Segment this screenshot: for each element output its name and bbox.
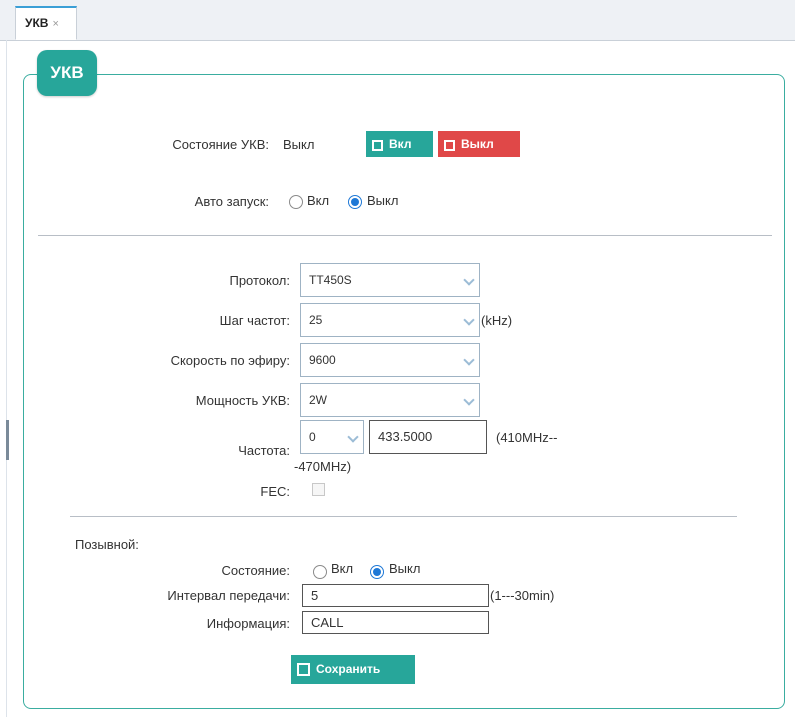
interval-unit: (1---30min) — [490, 588, 555, 603]
power-value: 2W — [309, 393, 327, 407]
chevron-down-icon — [347, 431, 359, 443]
power-off-icon — [444, 140, 455, 151]
info-label: Информация: — [206, 616, 290, 631]
divider-2 — [70, 516, 737, 517]
turn-off-label: Выкл — [461, 137, 494, 151]
callsign-state-label: Состояние: — [221, 563, 290, 578]
power-select[interactable]: 2W — [300, 383, 480, 417]
frequency-input[interactable]: 433.5000 — [369, 420, 487, 454]
protocol-label: Протокол: — [229, 273, 290, 288]
fec-label: FEC: — [260, 484, 290, 499]
frequency-channel-select[interactable]: 0 — [300, 420, 364, 454]
protocol-select[interactable]: TT450S — [300, 263, 480, 297]
status-value: Выкл — [283, 137, 315, 152]
fec-checkbox[interactable] — [312, 483, 325, 496]
chevron-down-icon — [463, 314, 475, 326]
frequency-label: Частота: — [238, 443, 290, 458]
save-label: Сохранить — [316, 662, 381, 676]
interval-label: Интервал передачи: — [167, 588, 290, 603]
airspeed-value: 9600 — [309, 353, 336, 367]
divider-1 — [38, 235, 772, 236]
chevron-down-icon — [463, 274, 475, 286]
tab-bar: УКВ × — [0, 0, 795, 41]
step-value: 25 — [309, 313, 323, 327]
frequency-range-start: (410MHz-- — [496, 430, 558, 445]
step-label: Шаг частот: — [219, 313, 290, 328]
left-divider — [6, 40, 7, 717]
autostart-off-label: Выкл — [367, 193, 399, 208]
callsign-on-label: Вкл — [331, 561, 354, 576]
frequency-range-end: -470MHz) — [294, 459, 352, 474]
left-scroll-handle[interactable] — [6, 420, 9, 460]
power-label: Мощность УКВ: — [195, 393, 290, 408]
info-input[interactable]: CALL — [302, 611, 489, 634]
protocol-value: TT450S — [309, 273, 352, 287]
panel-title: УКВ — [37, 50, 97, 96]
interval-input[interactable]: 5 — [302, 584, 489, 607]
turn-on-label: Вкл — [389, 137, 412, 151]
save-button[interactable]: Сохранить — [291, 655, 415, 684]
autostart-on-label: Вкл — [307, 193, 330, 208]
airspeed-label: Скорость по эфиру: — [170, 353, 290, 368]
step-unit: (kHz) — [481, 313, 513, 328]
callsign-off-label: Выкл — [389, 561, 421, 576]
tab-ukv[interactable]: УКВ × — [15, 6, 77, 40]
turn-on-button[interactable]: Вкл — [366, 131, 433, 157]
airspeed-select[interactable]: 9600 — [300, 343, 480, 377]
turn-off-button[interactable]: Выкл — [438, 131, 520, 157]
close-icon[interactable]: × — [52, 18, 58, 30]
autostart-off-radio[interactable] — [348, 195, 362, 209]
chevron-down-icon — [463, 354, 475, 366]
frequency-channel-value: 0 — [309, 430, 316, 444]
callsign-section-label: Позывной: — [75, 537, 139, 552]
save-icon — [297, 663, 310, 676]
tab-label: УКВ — [25, 16, 49, 30]
edit-icon — [372, 140, 383, 151]
chevron-down-icon — [463, 394, 475, 406]
status-label: Состояние УКВ: — [172, 137, 269, 152]
callsign-on-radio[interactable] — [313, 565, 327, 579]
autostart-on-radio[interactable] — [289, 195, 303, 209]
callsign-off-radio[interactable] — [370, 565, 384, 579]
step-select[interactable]: 25 — [300, 303, 480, 337]
autostart-label: Авто запуск: — [194, 194, 269, 209]
